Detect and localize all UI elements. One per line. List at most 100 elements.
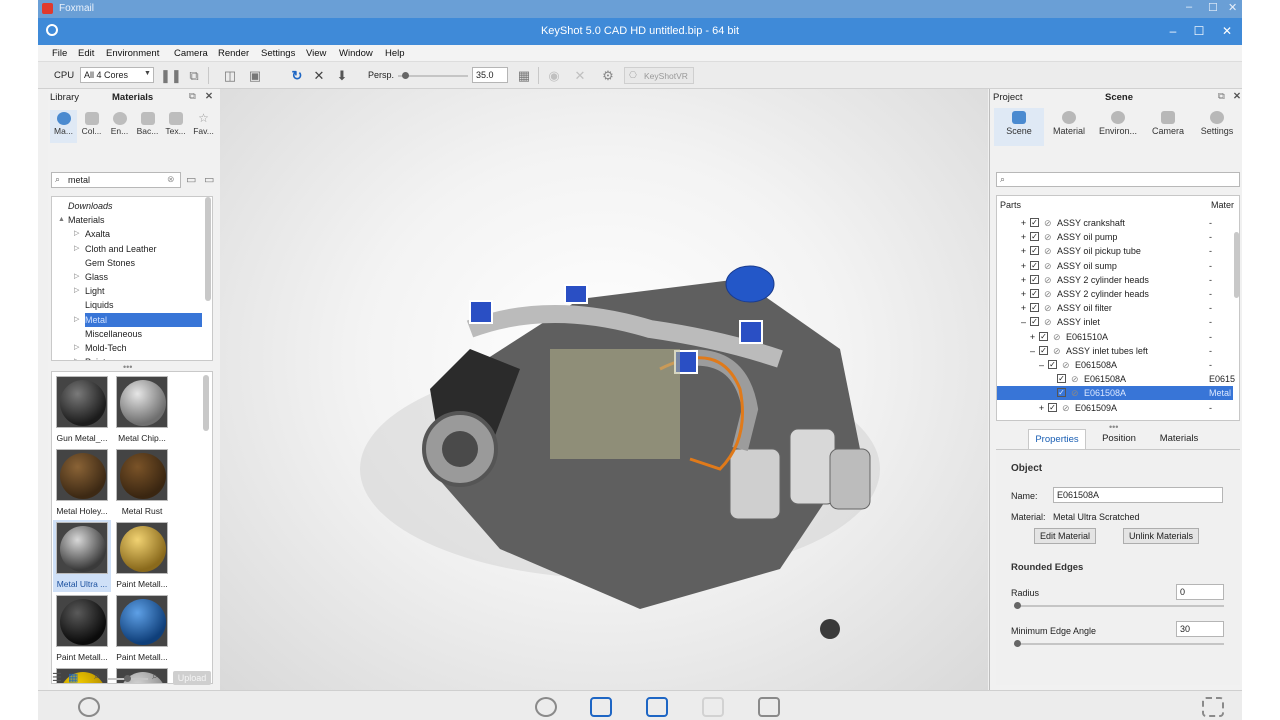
scrollbar[interactable]: [203, 375, 209, 431]
part-row[interactable]: + ✓ ⊘ ASSY oil sump -: [997, 259, 1233, 273]
material-thumbnail[interactable]: Metal Rust: [113, 447, 171, 519]
tab-colors-category[interactable]: Col...: [78, 110, 105, 143]
visibility-checkbox[interactable]: ✓: [1048, 360, 1057, 369]
undock-icon[interactable]: ⧉: [1218, 91, 1225, 102]
reset-view-icon[interactable]: ↻: [289, 68, 305, 83]
visibility-checkbox[interactable]: ✓: [1057, 374, 1066, 384]
tab-materials[interactable]: Materials: [112, 92, 153, 103]
tab-scene[interactable]: Scene: [1105, 92, 1133, 103]
part-row[interactable]: ✓ ⊘ E061508A Metal: [997, 386, 1233, 401]
scrollbar[interactable]: [205, 197, 211, 301]
expander-icon[interactable]: –: [1028, 344, 1037, 358]
tab-scene-sub[interactable]: Scene: [994, 108, 1044, 146]
folder-item[interactable]: ▷ Light: [52, 284, 202, 298]
keyshotvr-button[interactable]: ⎔ KeyShotVR: [624, 67, 694, 84]
part-row[interactable]: + ✓ ⊘ ASSY oil pickup tube -: [997, 244, 1233, 258]
pause-icon[interactable]: ❚❚: [160, 68, 182, 83]
close-panel-icon[interactable]: ✕: [205, 91, 213, 102]
grid-view-icon[interactable]: ▦: [68, 671, 78, 684]
drop-to-floor-icon[interactable]: ⬇: [334, 68, 350, 83]
host-close-button[interactable]: ✕: [1228, 1, 1237, 14]
menu-environment[interactable]: Environment: [106, 48, 159, 59]
folder-item[interactable]: ▷ Mold-Tech: [52, 341, 202, 355]
tab-library[interactable]: Library: [50, 92, 79, 103]
grid-icon[interactable]: ▦: [516, 68, 532, 83]
folder-icon[interactable]: ▭: [186, 173, 196, 186]
expander-icon[interactable]: +: [1037, 401, 1046, 415]
folder-item[interactable]: Gem Stones: [52, 256, 202, 270]
menu-edit[interactable]: Edit: [78, 48, 94, 59]
expander-icon[interactable]: +: [1019, 259, 1028, 273]
radius-field[interactable]: 0: [1176, 584, 1224, 600]
folder-item[interactable]: Downloads: [52, 199, 202, 213]
menu-view[interactable]: View: [306, 48, 326, 59]
undock-icon[interactable]: ⧉: [189, 91, 196, 102]
menu-help[interactable]: Help: [385, 48, 405, 59]
expander-icon[interactable]: +: [1019, 287, 1028, 301]
cores-select[interactable]: All 4 Cores ▼: [80, 67, 154, 83]
maximize-button[interactable]: ☐: [1186, 20, 1212, 42]
tab-backplates-category[interactable]: Bac...: [134, 110, 161, 143]
tab-textures-category[interactable]: Tex...: [162, 110, 189, 143]
folder-item[interactable]: ▷ Glass: [52, 270, 202, 284]
cloud-icon[interactable]: [78, 697, 100, 717]
visibility-checkbox[interactable]: ✓: [1030, 232, 1039, 242]
visibility-checkbox[interactable]: ✓: [1030, 274, 1039, 284]
visibility-checkbox[interactable]: ✓: [1030, 246, 1039, 256]
name-field[interactable]: E061508A: [1053, 487, 1223, 503]
expander-icon[interactable]: +: [1019, 244, 1028, 258]
list-view-icon[interactable]: ☰: [52, 671, 62, 684]
settings-gear-icon[interactable]: ⚙: [600, 68, 616, 83]
tab-position[interactable]: Position: [1090, 429, 1148, 449]
fullscreen-icon[interactable]: [1202, 697, 1224, 717]
part-row[interactable]: – ✓ ⊘ ASSY inlet -: [997, 315, 1233, 329]
part-row[interactable]: + ✓ ⊘ E061509A -: [997, 401, 1233, 415]
radius-slider[interactable]: [1014, 605, 1224, 607]
menu-render[interactable]: Render: [218, 48, 249, 59]
scene-search-input[interactable]: ⌕: [996, 172, 1240, 187]
folder-item[interactable]: ▷Paint: [52, 355, 202, 360]
expander-icon[interactable]: ▷: [74, 242, 84, 256]
menu-camera[interactable]: Camera: [174, 48, 208, 59]
min-angle-slider-knob[interactable]: [1014, 640, 1021, 647]
clear-search-icon[interactable]: ⊗: [167, 174, 175, 185]
folder-item[interactable]: ▷ Axalta: [52, 227, 202, 241]
edit-material-button[interactable]: Edit Material: [1034, 528, 1096, 544]
fov-slider-knob[interactable]: [402, 72, 409, 79]
folder-item[interactable]: ▲ Materials: [52, 213, 202, 227]
material-thumbnail[interactable]: Metal Chip...: [113, 374, 171, 446]
material-thumbnail[interactable]: Metal Ultra ...: [53, 520, 111, 592]
menu-file[interactable]: File: [52, 48, 67, 59]
part-row[interactable]: – ✓ ⊘ E061508A -: [997, 358, 1233, 372]
min-angle-slider[interactable]: [1014, 643, 1224, 645]
visibility-checkbox[interactable]: ✓: [1048, 402, 1057, 412]
expander-icon[interactable]: ▷: [74, 355, 84, 360]
expander-icon[interactable]: ▷: [74, 313, 84, 327]
material-search-box[interactable]: ⌕ metal ⊗: [51, 172, 181, 188]
screenshot-icon[interactable]: ◫: [222, 68, 238, 83]
part-row[interactable]: – ✓ ⊘ ASSY inlet tubes left -: [997, 344, 1233, 358]
visibility-checkbox[interactable]: ✓: [1030, 218, 1039, 227]
part-row[interactable]: + ✓ ⊘ ASSY oil pump -: [997, 230, 1233, 244]
upload-button[interactable]: Upload: [173, 671, 211, 685]
zoom-in-icon[interactable]: ⌕: [152, 671, 158, 682]
visibility-checkbox[interactable]: ✓: [1030, 317, 1039, 327]
menu-settings[interactable]: Settings: [261, 48, 295, 59]
part-row[interactable]: + ✓ ⊘ ASSY 2 cylinder heads -: [997, 287, 1233, 301]
part-row[interactable]: + ✓ ⊘ ASSY crankshaft -: [997, 216, 1233, 230]
expander-icon[interactable]: ▷: [74, 227, 84, 241]
expander-icon[interactable]: –: [1019, 315, 1028, 329]
project-toggle-icon[interactable]: [646, 697, 668, 717]
import-icon[interactable]: [535, 697, 557, 717]
material-thumbnail[interactable]: Paint Metall...: [53, 593, 111, 665]
minimize-button[interactable]: –: [1160, 20, 1186, 42]
scrollbar[interactable]: [1234, 232, 1239, 298]
expander-icon[interactable]: ▲: [58, 213, 68, 227]
expander-icon[interactable]: +: [1019, 230, 1028, 244]
tab-camera-sub[interactable]: Camera: [1143, 108, 1193, 146]
expander-icon[interactable]: ▷: [74, 270, 84, 284]
region-render-icon[interactable]: ⧉: [186, 68, 202, 83]
close-button[interactable]: ✕: [1214, 20, 1240, 42]
close-panel-icon[interactable]: ✕: [1233, 91, 1241, 102]
tab-settings-sub[interactable]: Settings: [1192, 108, 1242, 146]
